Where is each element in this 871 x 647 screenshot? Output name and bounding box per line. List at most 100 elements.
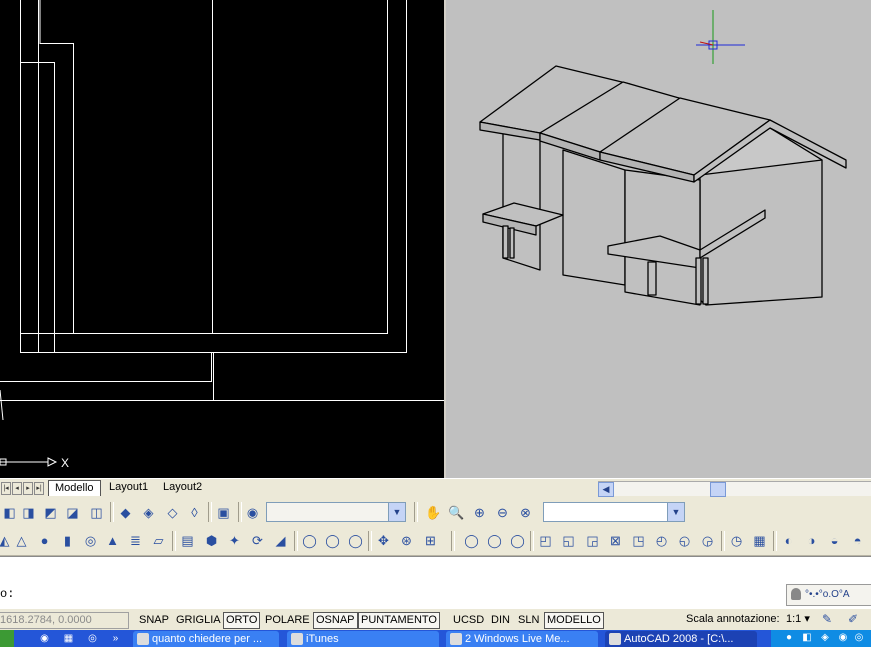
view-ne-iso-icon[interactable]: ◇ — [165, 505, 180, 520]
security-tray-icon[interactable]: ◈ — [819, 632, 831, 644]
last-tab-icon[interactable]: ▸| — [34, 482, 44, 495]
zoom-previous-icon[interactable]: ⊖ — [495, 505, 510, 520]
intersect-icon[interactable]: ◯ — [348, 533, 363, 548]
desktop-quicklaunch-icon[interactable]: ▦ — [62, 632, 75, 645]
volume-tray-icon[interactable]: ◉ — [837, 632, 849, 644]
view-front-icon[interactable]: ◫ — [89, 505, 104, 520]
subtract-icon[interactable]: ◯ — [487, 533, 502, 548]
view-sw-iso-icon[interactable]: ◆ — [118, 505, 133, 520]
extrude-faces-icon[interactable]: ◰ — [538, 533, 553, 548]
delete-faces-icon[interactable]: ⊠ — [608, 533, 623, 548]
taskbar-button-browser[interactable]: quanto chiedere per ... — [133, 631, 279, 647]
shell-icon[interactable]: ◑ — [804, 533, 819, 548]
command-line[interactable]: o: °•.•°o.O°A — [0, 556, 871, 609]
tab-model[interactable]: Modello — [48, 480, 101, 496]
sphere-icon[interactable]: ● — [37, 533, 52, 548]
camera-icon[interactable]: ▣ — [216, 505, 231, 520]
intersect-icon[interactable]: ◯ — [510, 533, 525, 548]
pyramid-icon[interactable]: ◭ — [0, 533, 12, 548]
zoom-extents-icon[interactable]: ⊗ — [518, 505, 533, 520]
rotate-faces-icon[interactable]: ◳ — [631, 533, 646, 548]
start-button[interactable] — [0, 630, 14, 647]
offset-faces-icon[interactable]: ◲ — [585, 533, 600, 548]
messenger-tray-icon[interactable]: ◎ — [853, 632, 865, 644]
system-tray: ● ◧ ◈ ◉ ◎ — [771, 630, 871, 647]
union-icon[interactable]: ◯ — [464, 533, 479, 548]
3d-align-icon[interactable]: ⊞ — [423, 533, 438, 548]
view-nw-iso-icon[interactable]: ◊ — [187, 505, 202, 520]
cylinder-icon[interactable]: ▮ — [60, 533, 75, 548]
view-right-icon[interactable]: ◪ — [65, 505, 80, 520]
check-icon[interactable]: ◒ — [827, 533, 842, 548]
sweep-icon[interactable]: ✦ — [227, 533, 242, 548]
grid-toggle[interactable]: GRIGLIA — [173, 612, 224, 629]
extrude-icon[interactable]: ≣ — [128, 533, 143, 548]
polar-toggle[interactable]: POLARE — [262, 612, 313, 629]
ortho-toggle[interactable]: ORTO — [223, 612, 261, 629]
snap-toggle[interactable]: SNAP — [136, 612, 172, 629]
wedge-icon[interactable]: △ — [14, 533, 29, 548]
chevron-down-icon: ▼ — [388, 503, 405, 521]
presspull-icon[interactable]: ⬢ — [204, 533, 219, 548]
cone-icon[interactable]: ▲ — [105, 533, 120, 548]
user-tray-icon[interactable]: ● — [783, 632, 795, 644]
prev-tab-icon[interactable]: ◂ — [12, 482, 22, 495]
taskbar-button-messenger[interactable]: 2 Windows Live Me... — [446, 631, 598, 647]
copy-faces-icon[interactable]: ◵ — [677, 533, 692, 548]
imprint-icon[interactable]: ◷ — [729, 533, 744, 548]
3d-move-icon[interactable]: ✥ — [376, 533, 391, 548]
model-toggle[interactable]: MODELLO — [544, 612, 604, 629]
horizontal-scrollbar[interactable]: ◀ — [598, 481, 871, 497]
taskbar-button-itunes[interactable]: iTunes — [287, 631, 439, 647]
otrack-toggle[interactable]: PUNTAMENTO — [358, 612, 440, 629]
zoom-realtime-icon[interactable]: 🔍 — [448, 505, 464, 520]
named-views-icon[interactable]: ◉ — [245, 505, 260, 520]
planar-surface-icon[interactable]: ▱ — [151, 533, 166, 548]
tab-layout2[interactable]: Layout2 — [157, 480, 208, 495]
union-icon[interactable]: ◯ — [302, 533, 317, 548]
right-viewport[interactable] — [446, 0, 871, 478]
more-quicklaunch-icon[interactable]: » — [109, 632, 122, 645]
color-faces-icon[interactable]: ◶ — [700, 533, 715, 548]
first-tab-icon[interactable]: |◂ — [1, 482, 11, 495]
view-left-icon[interactable]: ◩ — [43, 505, 58, 520]
view-se-iso-icon[interactable]: ◈ — [141, 505, 156, 520]
annotation-visibility-icon[interactable]: ✎ — [822, 612, 832, 627]
clean-icon[interactable]: ▦ — [752, 533, 767, 548]
zoom-window-icon[interactable]: ⊕ — [472, 505, 487, 520]
network-tray-icon[interactable]: ◧ — [801, 632, 813, 644]
pan-realtime-icon[interactable]: ✋ — [425, 505, 441, 520]
subtract-icon[interactable]: ◯ — [325, 533, 340, 548]
taper-faces-icon[interactable]: ◴ — [654, 533, 669, 548]
separate-icon[interactable]: ◐ — [781, 533, 796, 548]
view-top-icon[interactable]: ◧ — [2, 505, 17, 520]
lwt-toggle[interactable]: SLN — [515, 612, 543, 629]
ie-icon — [137, 633, 149, 646]
ucsd-toggle[interactable]: UCSD — [450, 612, 488, 629]
next-tab-icon[interactable]: ▸ — [23, 482, 33, 495]
loft-icon[interactable]: ◢ — [273, 533, 288, 548]
annotation-scale-select[interactable]: 1:1 ▾ — [786, 612, 810, 627]
coordinates-readout[interactable]: 1618.2784, 0.0000 — [0, 612, 129, 629]
move-faces-icon[interactable]: ◱ — [561, 533, 576, 548]
taskbar-button-autocad[interactable]: AutoCAD 2008 - [C:\... — [605, 631, 757, 647]
user-status-box[interactable]: °•.•°o.O°A — [786, 584, 871, 606]
revolve-icon[interactable]: ⟳ — [250, 533, 265, 548]
toolbar-separator — [530, 531, 534, 551]
view-dropdown[interactable]: ▼ — [266, 502, 406, 522]
ie-quicklaunch-icon[interactable]: ◉ — [38, 632, 51, 645]
style-dropdown[interactable]: ▼ — [543, 502, 685, 522]
dyn-toggle[interactable]: DIN — [488, 612, 513, 629]
torus-icon[interactable]: ◎ — [83, 533, 98, 548]
media-quicklaunch-icon[interactable]: ◎ — [86, 632, 99, 645]
solid-edit-icon[interactable]: ◓ — [850, 533, 865, 548]
scroll-thumb[interactable] — [710, 482, 726, 497]
3d-rotate-icon[interactable]: ⊛ — [399, 533, 414, 548]
view-bottom-icon[interactable]: ◨ — [21, 505, 36, 520]
osnap-toggle[interactable]: OSNAP — [313, 612, 358, 629]
tab-layout1[interactable]: Layout1 — [103, 480, 154, 495]
left-viewport[interactable]: X — [0, 0, 444, 478]
auto-scale-icon[interactable]: ✐ — [848, 612, 858, 627]
polysolid-icon[interactable]: ▤ — [180, 533, 195, 548]
scroll-left-icon[interactable]: ◀ — [598, 482, 614, 497]
